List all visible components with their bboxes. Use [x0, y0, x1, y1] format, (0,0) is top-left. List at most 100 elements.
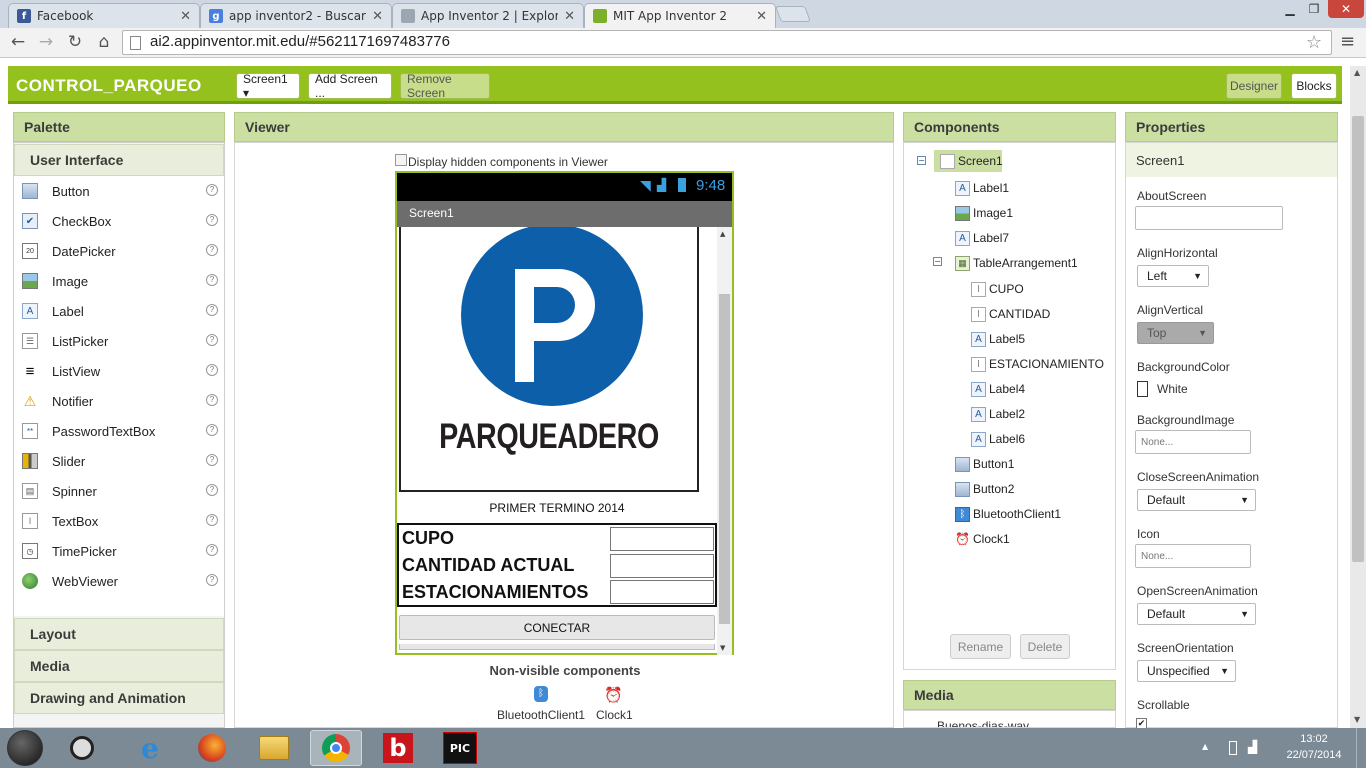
media-item[interactable]: Buenos-dias-way...	[937, 719, 1038, 727]
label-estacionamientos[interactable]: ESTACIONAMIENTOS	[402, 582, 588, 603]
palette-item-spinner[interactable]: ▤ Spinner ?	[14, 476, 224, 506]
palette-item-checkbox[interactable]: ✔ CheckBox ?	[14, 206, 224, 236]
category-user-interface[interactable]: User Interface	[14, 144, 224, 176]
help-icon[interactable]: ?	[206, 244, 218, 256]
palette-item-notifier[interactable]: ⚠ Notifier ?	[14, 386, 224, 416]
help-icon[interactable]: ?	[206, 304, 218, 316]
tree-node-label1[interactable]: A Label1	[955, 177, 1009, 199]
taskbar-chrome[interactable]	[310, 730, 362, 766]
restore-icon[interactable]: ❐	[1302, 0, 1326, 18]
taskbar-explorer[interactable]	[248, 730, 300, 766]
tree-node-label5[interactable]: A Label5	[971, 328, 1025, 350]
home-icon[interactable]: ⌂	[92, 31, 116, 53]
tree-node-estacionamiento[interactable]: I ESTACIONAMIENTO	[971, 353, 1104, 375]
tree-node-bluetoothclient1[interactable]: ᛒ BluetoothClient1	[955, 503, 1061, 525]
delete-button[interactable]: Delete	[1020, 634, 1070, 659]
scroll-down-icon[interactable]: ▼	[720, 644, 725, 652]
tree-node-button1[interactable]: Button1	[955, 453, 1014, 475]
category-drawing-animation[interactable]: Drawing and Animation	[14, 682, 224, 714]
icon-picker[interactable]: None...	[1135, 544, 1251, 568]
close-icon[interactable]: ✕	[180, 9, 191, 24]
category-layout[interactable]: Layout	[14, 618, 224, 650]
backgroundcolor-value[interactable]: White	[1157, 382, 1188, 396]
conectar-button[interactable]: CONECTAR	[399, 615, 715, 640]
screen-select[interactable]: Screen1 ▾	[236, 72, 300, 100]
palette-item-slider[interactable]: Slider ?	[14, 446, 224, 476]
tree-node-cupo[interactable]: I CUPO	[971, 278, 1024, 300]
close-icon[interactable]: ✕	[372, 9, 383, 24]
scroll-down-icon[interactable]: ▼	[1354, 715, 1360, 724]
signal-tray-icon[interactable]: ▟	[1248, 740, 1257, 754]
scroll-up-icon[interactable]: ▲	[1354, 68, 1360, 77]
taskbar-internet-explorer[interactable]: e	[124, 730, 176, 766]
taskbar-app-1[interactable]	[56, 730, 108, 766]
cupo-textbox[interactable]	[610, 527, 714, 551]
help-icon[interactable]: ?	[206, 394, 218, 406]
backgroundimage-picker[interactable]: None...	[1135, 430, 1251, 454]
blocks-button[interactable]: Blocks	[1291, 73, 1337, 99]
alignhorizontal-select[interactable]: Left ▼	[1137, 265, 1209, 287]
scrollable-checkbox[interactable]: ✔	[1136, 718, 1147, 729]
image1-parking-logo[interactable]: PARQUEADERO	[399, 227, 699, 492]
tree-node-screen1[interactable]: Screen1	[934, 150, 1003, 172]
help-icon[interactable]: ?	[206, 274, 218, 286]
menu-icon[interactable]: ≡	[1340, 31, 1355, 52]
openscreenanimation-select[interactable]: Default ▼	[1137, 603, 1256, 625]
closescreenanimation-select[interactable]: Default ▼	[1137, 489, 1256, 511]
cantidad-textbox[interactable]	[610, 554, 714, 578]
screenorientation-select[interactable]: Unspecified ▼	[1137, 660, 1236, 682]
aboutscreen-textarea[interactable]	[1135, 206, 1283, 230]
show-desktop-button[interactable]	[1356, 728, 1366, 768]
palette-item-listpicker[interactable]: ☰ ListPicker ?	[14, 326, 224, 356]
help-icon[interactable]: ?	[206, 574, 218, 586]
forward-icon[interactable]: →	[34, 31, 58, 53]
scroll-up-icon[interactable]: ▲	[720, 230, 725, 238]
tree-node-clock1[interactable]: ⏰ Clock1	[955, 528, 1010, 550]
tree-node-label2[interactable]: A Label2	[971, 403, 1025, 425]
reload-icon[interactable]: ↻	[63, 31, 87, 53]
button2-partial[interactable]	[399, 644, 715, 650]
palette-item-listview[interactable]: ≡ ListView ?	[14, 356, 224, 386]
new-tab-button[interactable]	[775, 6, 811, 22]
nonvisible-clock[interactable]: Clock1	[596, 708, 633, 722]
tab-facebook[interactable]: f Facebook ✕	[8, 3, 200, 28]
palette-item-textbox[interactable]: I TextBox ?	[14, 506, 224, 536]
estacionamiento-textbox[interactable]	[610, 580, 714, 604]
close-window-icon[interactable]: ✕	[1328, 0, 1364, 18]
color-swatch[interactable]	[1137, 381, 1148, 397]
palette-item-label[interactable]: A Label ?	[14, 296, 224, 326]
help-icon[interactable]: ?	[206, 214, 218, 226]
close-icon[interactable]: ✕	[564, 9, 575, 24]
help-icon[interactable]: ?	[206, 514, 218, 526]
star-icon[interactable]: ☆	[1306, 32, 1322, 53]
back-icon[interactable]: ←	[6, 31, 30, 53]
help-icon[interactable]: ?	[206, 454, 218, 466]
clock-time[interactable]: 13:02	[1281, 733, 1347, 745]
collapse-icon[interactable]: −	[917, 156, 926, 165]
hidden-components-checkbox[interactable]	[395, 154, 407, 166]
palette-item-image[interactable]: Image ?	[14, 266, 224, 296]
battery-tray-icon[interactable]	[1229, 741, 1237, 755]
help-icon[interactable]: ?	[206, 424, 218, 436]
close-icon[interactable]: ✕	[756, 9, 767, 24]
clock-date[interactable]: 22/07/2014	[1281, 749, 1347, 761]
remove-screen-button[interactable]: Remove Screen	[400, 72, 490, 100]
tree-node-button2[interactable]: Button2	[955, 478, 1014, 500]
palette-item-timepicker[interactable]: ◷ TimePicker ?	[14, 536, 224, 566]
designer-button[interactable]: Designer	[1226, 73, 1282, 99]
tab-mit-app-inventor[interactable]: MIT App Inventor 2 ✕	[584, 3, 776, 28]
alignvertical-select[interactable]: Top ▼	[1137, 322, 1214, 344]
tree-node-label7[interactable]: A Label7	[955, 227, 1009, 249]
help-icon[interactable]: ?	[206, 544, 218, 556]
tab-google-search[interactable]: g app inventor2 - Buscar con Google ✕	[200, 3, 392, 28]
help-icon[interactable]: ?	[206, 334, 218, 346]
palette-item-passwordtextbox[interactable]: ** PasswordTextBox ?	[14, 416, 224, 446]
tree-node-label6[interactable]: A Label6	[971, 428, 1025, 450]
tree-node-image1[interactable]: Image1	[955, 202, 1013, 224]
palette-item-button[interactable]: Button ?	[14, 176, 224, 206]
label-cupo[interactable]: CUPO	[402, 528, 454, 549]
category-media[interactable]: Media	[14, 650, 224, 682]
taskbar-pickit[interactable]: PIC	[434, 730, 486, 766]
tree-node-label4[interactable]: A Label4	[971, 378, 1025, 400]
phone-scroll-thumb[interactable]	[719, 294, 730, 624]
